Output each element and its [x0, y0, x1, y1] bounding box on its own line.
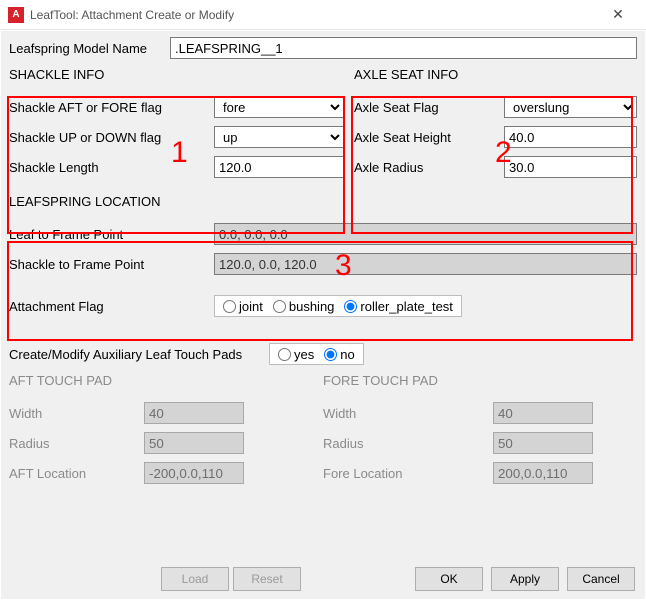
attachment-flag-bushing[interactable]: bushing: [273, 299, 335, 314]
shackle-info-title: SHACKLE INFO: [9, 67, 344, 82]
aft-radius-label: Radius: [9, 436, 144, 451]
shackle-updown-label: Shackle UP or DOWN flag: [9, 130, 214, 145]
load-button[interactable]: Load: [161, 567, 229, 591]
attachment-flag-group: joint bushing roller_plate_test: [214, 295, 462, 317]
axle-seat-title: AXLE SEAT INFO: [354, 67, 637, 82]
axle-seat-height-label: Axle Seat Height: [354, 130, 504, 145]
axle-seat-height-input[interactable]: [504, 126, 637, 148]
ok-button[interactable]: OK: [415, 567, 483, 591]
axle-radius-input[interactable]: [504, 156, 637, 178]
attachment-flag-joint[interactable]: joint: [223, 299, 263, 314]
fore-pad-title: FORE TOUCH PAD: [323, 373, 637, 388]
model-name-label: Leafspring Model Name: [9, 41, 164, 56]
touchpads-group: yes no: [269, 343, 364, 365]
aft-radius-input: [144, 432, 244, 454]
app-icon: A: [8, 7, 24, 23]
reset-button[interactable]: Reset: [233, 567, 301, 591]
aft-width-label: Width: [9, 406, 144, 421]
touchpads-no[interactable]: no: [324, 347, 354, 362]
fore-location-label: Fore Location: [323, 466, 493, 481]
window-title: LeafTool: Attachment Create or Modify: [30, 8, 598, 22]
shackle-aftfore-label: Shackle AFT or FORE flag: [9, 100, 214, 115]
close-icon[interactable]: ✕: [598, 1, 638, 29]
fore-radius-label: Radius: [323, 436, 493, 451]
touchpads-yes[interactable]: yes: [278, 347, 314, 362]
axle-seat-flag-label: Axle Seat Flag: [354, 100, 504, 115]
fore-radius-input: [493, 432, 593, 454]
apply-button[interactable]: Apply: [491, 567, 559, 591]
shackle-to-frame-input[interactable]: [214, 253, 637, 275]
cancel-button[interactable]: Cancel: [567, 567, 635, 591]
location-title: LEAFSPRING LOCATION: [9, 194, 637, 209]
attachment-flag-roller[interactable]: roller_plate_test: [344, 299, 453, 314]
fore-width-input: [493, 402, 593, 424]
shackle-length-label: Shackle Length: [9, 160, 214, 175]
axle-seat-flag-select[interactable]: overslung: [504, 96, 637, 118]
shackle-to-frame-label: Shackle to Frame Point: [9, 257, 214, 272]
attachment-flag-label: Attachment Flag: [9, 299, 214, 314]
button-bar: Load Reset OK Apply Cancel: [1, 567, 645, 591]
window-titlebar: A LeafTool: Attachment Create or Modify …: [0, 0, 646, 30]
aft-location-input: [144, 462, 244, 484]
axle-radius-label: Axle Radius: [354, 160, 504, 175]
shackle-aftfore-select[interactable]: fore: [214, 96, 344, 118]
aft-width-input: [144, 402, 244, 424]
fore-location-input: [493, 462, 593, 484]
fore-width-label: Width: [323, 406, 493, 421]
shackle-updown-select[interactable]: up: [214, 126, 344, 148]
leaf-to-frame-label: Leaf to Frame Point: [9, 227, 214, 242]
shackle-length-input[interactable]: [214, 156, 344, 178]
leaf-to-frame-input[interactable]: [214, 223, 637, 245]
touchpads-label: Create/Modify Auxiliary Leaf Touch Pads: [9, 347, 269, 362]
aft-location-label: AFT Location: [9, 466, 144, 481]
model-name-input[interactable]: [170, 37, 637, 59]
aft-pad-title: AFT TOUCH PAD: [9, 373, 323, 388]
